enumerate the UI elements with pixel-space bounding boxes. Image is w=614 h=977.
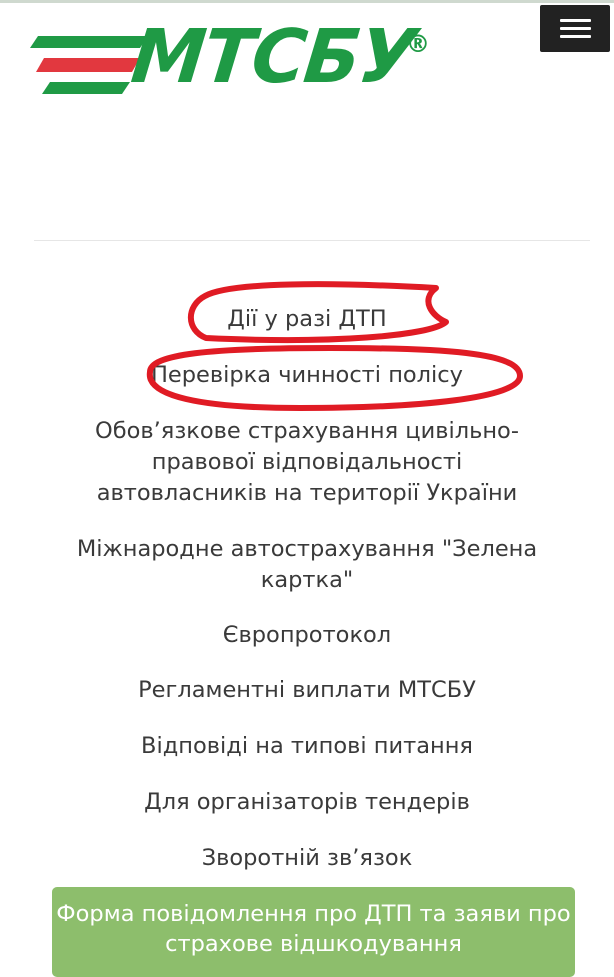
nav-item-green-card[interactable]: Міжнародне автострахування "Зелена картк… [70,534,544,596]
logo-wordmark: МТСБУ [127,14,419,100]
mtsbu-logo[interactable]: МТСБУ ® [28,14,438,106]
menu-toggle-button[interactable] [540,5,610,52]
nav-item-feedback[interactable]: Зворотній зв’язок [70,843,544,874]
nav-item-mtpl-insurance[interactable]: Обов’язкове страхування цивільно-правово… [70,416,544,509]
nav-item-dtp-actions[interactable]: Дії у разі ДТП [70,304,544,335]
accident-report-form-button[interactable]: Форма повідомлення про ДТП та заяви про … [52,887,575,977]
nav-item-policy-check[interactable]: Перевірка чинності полісу [70,360,544,391]
registered-mark: ® [406,30,430,58]
nav-item-regulated-payments[interactable]: Регламентні виплати МТСБУ [70,675,544,706]
nav-item-tenders[interactable]: Для організаторів тендерів [70,787,544,818]
nav-item-europrotocol[interactable]: Європротокол [70,620,544,651]
top-edge [0,0,614,3]
header-divider [34,240,590,241]
hamburger-icon [560,19,591,22]
nav-item-faq[interactable]: Відповіді на типові питання [70,731,544,762]
